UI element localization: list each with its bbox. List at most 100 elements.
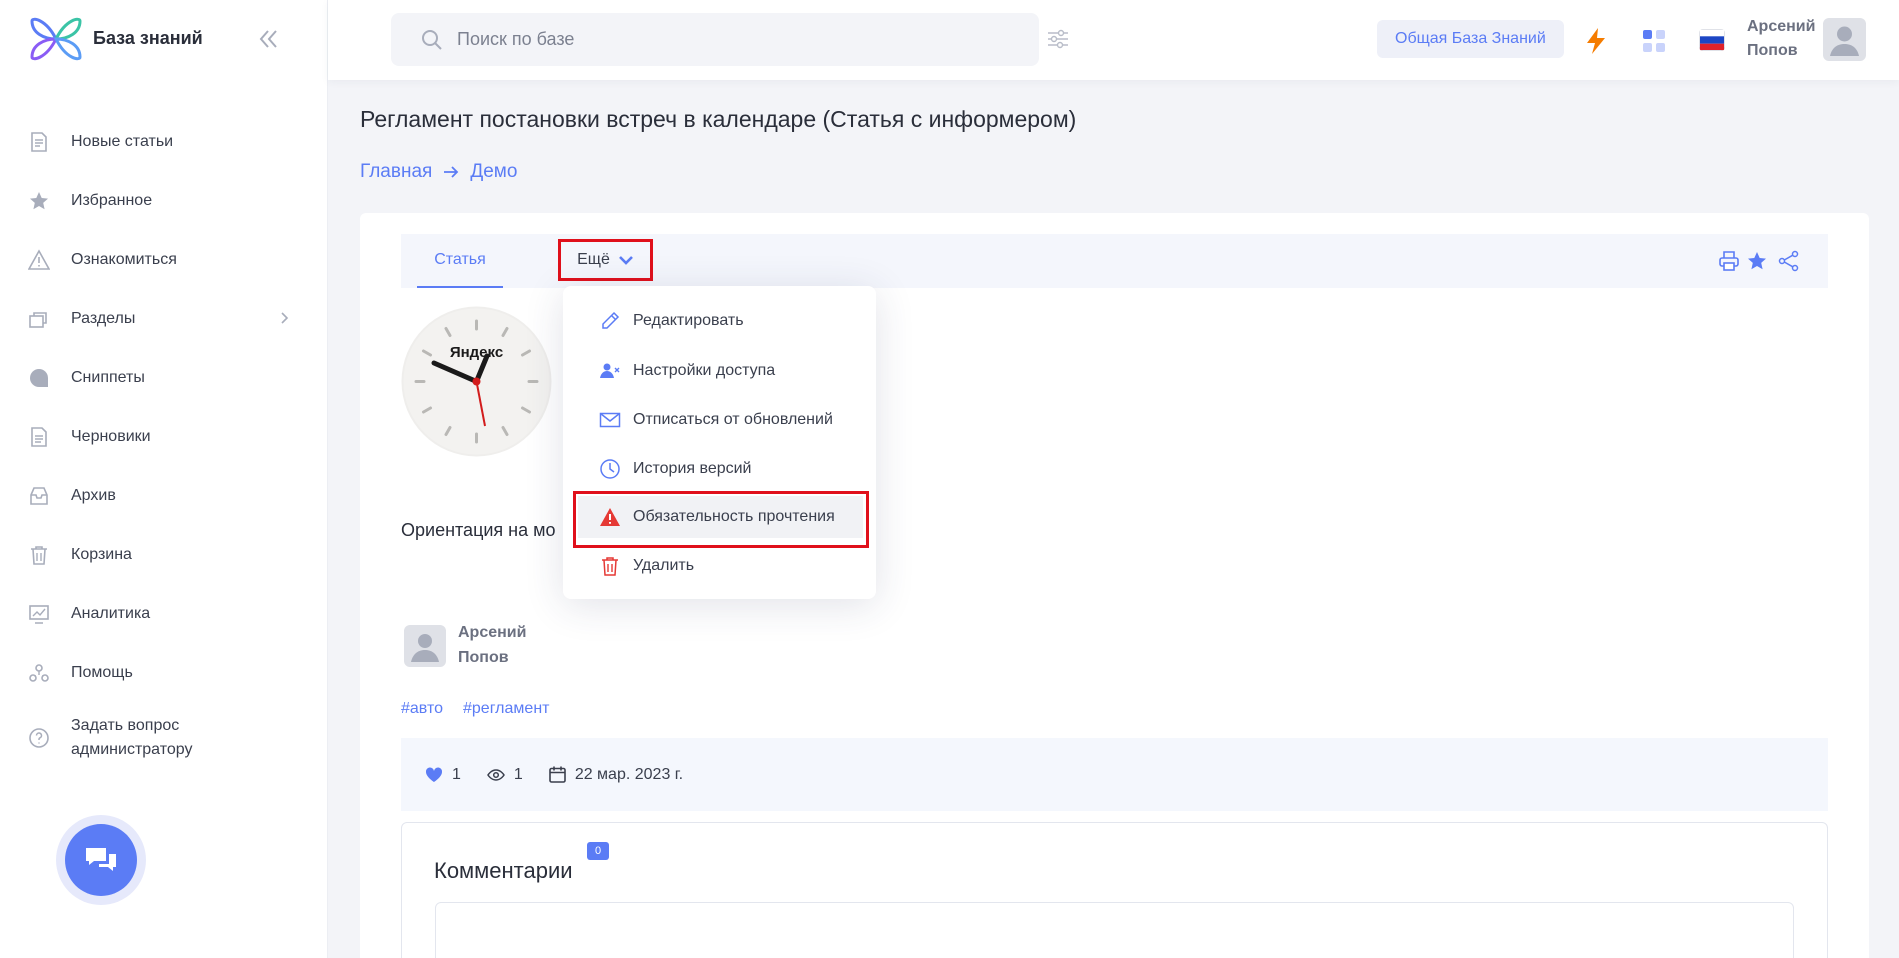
- menu-item-edit[interactable]: Редактировать: [578, 300, 863, 342]
- question-icon: [27, 726, 51, 750]
- sidebar-item-ask-admin[interactable]: Задать вопрос администратору: [0, 702, 328, 774]
- filter-settings-icon[interactable]: [1046, 27, 1070, 51]
- sidebar-item-label-line2: администратору: [71, 741, 193, 758]
- archive-icon: [27, 484, 51, 508]
- sidebar-item-label: Новые статьи: [71, 132, 174, 150]
- sidebar-item-label: Архив: [71, 486, 116, 504]
- sidebar-item-label: Аналитика: [71, 604, 151, 622]
- search-box[interactable]: [391, 13, 1039, 66]
- article-stats: 1 1 22 мар. 2023 г.: [401, 738, 1828, 811]
- breadcrumb-demo[interactable]: Демо: [470, 161, 517, 183]
- tab-more-label: Ещё: [577, 251, 610, 268]
- sidebar-item-review[interactable]: Ознакомиться: [0, 230, 328, 289]
- menu-item-label: Редактировать: [633, 312, 744, 329]
- trash-icon: [27, 543, 51, 567]
- envelope-icon: [599, 412, 621, 428]
- sidebar-item-favorites[interactable]: Избранное: [0, 171, 328, 230]
- heart-icon: [425, 766, 443, 782]
- menu-item-access-settings[interactable]: Настройки доступа: [578, 350, 863, 392]
- apps-grid-icon[interactable]: [1642, 29, 1666, 53]
- search-input[interactable]: [457, 29, 1017, 50]
- sidebar-item-label: Помощь: [71, 663, 133, 681]
- collapse-sidebar-icon[interactable]: [256, 26, 282, 52]
- pencil-icon: [602, 311, 620, 329]
- author-avatar[interactable]: [404, 625, 446, 667]
- print-icon[interactable]: [1718, 250, 1740, 272]
- menu-item-version-history[interactable]: История версий: [578, 448, 863, 490]
- calendar-icon: [549, 766, 566, 783]
- page-title: Регламент постановки встреч в календаре …: [360, 106, 1077, 132]
- likes-count: 1: [452, 765, 461, 783]
- comments-title: Комментарии: [434, 858, 573, 883]
- user-last-name: Попов: [1747, 42, 1798, 59]
- logo-icon[interactable]: [28, 11, 85, 68]
- user-name[interactable]: Арсений Попов: [1747, 15, 1815, 63]
- trash-icon: [602, 557, 618, 576]
- sidebar-item-analytics[interactable]: Аналитика: [0, 584, 328, 643]
- author-first-name: Арсений: [458, 624, 527, 641]
- user-access-icon: [600, 363, 620, 378]
- sidebar-item-label: Ознакомиться: [71, 250, 177, 268]
- avatar[interactable]: [1823, 18, 1866, 61]
- warning-icon: [27, 248, 51, 272]
- likes-stat[interactable]: 1: [425, 766, 461, 784]
- views-count: 1: [513, 765, 523, 783]
- tags: #авто #регламент: [401, 700, 549, 718]
- tab-article[interactable]: Статья: [417, 234, 503, 288]
- comments-count-badge: 0: [587, 842, 609, 860]
- chevron-down-icon: [618, 256, 633, 265]
- clock-brand-label: Яндекс: [450, 344, 503, 361]
- author-name[interactable]: Арсений Попов: [458, 620, 526, 670]
- sidebar-item-new-articles[interactable]: Новые статьи: [0, 112, 328, 171]
- menu-item-label: Удалить: [633, 557, 695, 574]
- alert-triangle-icon: [600, 508, 620, 526]
- sidebar-item-snippets[interactable]: Сниппеты: [0, 348, 328, 407]
- search-icon: [422, 29, 442, 50]
- breadcrumb: Главная Демо: [360, 161, 517, 183]
- sidebar-item-label-line1: Задать вопрос: [71, 717, 180, 734]
- tag-auto[interactable]: #авто: [401, 700, 443, 718]
- more-dropdown-menu: Редактировать Настройки доступа Отписать…: [563, 286, 876, 599]
- sidebar: База знаний Новые статьи Избранное Ознак…: [0, 0, 328, 958]
- sidebar-nav: Новые статьи Избранное Ознакомиться Разд…: [0, 112, 328, 774]
- menu-item-unsubscribe[interactable]: Отписаться от обновлений: [578, 399, 863, 441]
- menu-item-label: Обязательность прочтения: [633, 508, 835, 525]
- analytics-icon: [27, 602, 51, 626]
- star-icon: [27, 189, 51, 213]
- menu-item-label: История версий: [633, 460, 752, 477]
- help-icon: [27, 661, 51, 685]
- yandex-clock-image: Яндекс: [401, 306, 552, 457]
- comment-input[interactable]: [435, 902, 1794, 958]
- favorite-star-icon[interactable]: [1746, 250, 1768, 272]
- menu-item-mandatory-reading[interactable]: Обязательность прочтения: [578, 496, 863, 538]
- chevron-right-icon: [281, 312, 289, 324]
- sidebar-item-help[interactable]: Помощь: [0, 643, 328, 702]
- eye-icon: [487, 768, 505, 781]
- tab-more[interactable]: Ещё: [558, 239, 653, 281]
- sidebar-item-label: Разделы: [71, 309, 136, 327]
- lightning-icon[interactable]: [1584, 27, 1608, 55]
- sidebar-item-sections[interactable]: Разделы: [0, 289, 328, 348]
- user-avatar-icon: [411, 634, 439, 662]
- snippets-icon: [27, 366, 51, 390]
- article-text: Ориентация на мо: [401, 520, 556, 540]
- knowledge-base-button[interactable]: Общая База Знаний: [1377, 20, 1564, 58]
- views-stat: 1: [487, 766, 523, 784]
- sidebar-item-label: Корзина: [71, 545, 132, 563]
- breadcrumb-home[interactable]: Главная: [360, 161, 432, 183]
- tag-reglament[interactable]: #регламент: [463, 700, 549, 718]
- sidebar-item-trash[interactable]: Корзина: [0, 525, 328, 584]
- new-articles-icon: [27, 130, 51, 154]
- drafts-icon: [27, 425, 51, 449]
- russian-flag-icon[interactable]: [1699, 29, 1725, 51]
- menu-item-delete[interactable]: Удалить: [578, 545, 863, 587]
- chat-button[interactable]: [56, 815, 146, 905]
- arrow-right-icon: [444, 166, 459, 178]
- sidebar-item-archive[interactable]: Архив: [0, 466, 328, 525]
- sidebar-item-label: Черновики: [71, 427, 151, 445]
- sidebar-item-drafts[interactable]: Черновики: [0, 407, 328, 466]
- app-name: База знаний: [93, 28, 203, 48]
- share-icon[interactable]: [1778, 250, 1800, 272]
- author-last-name: Попов: [458, 649, 509, 666]
- sidebar-item-label: Сниппеты: [71, 368, 145, 386]
